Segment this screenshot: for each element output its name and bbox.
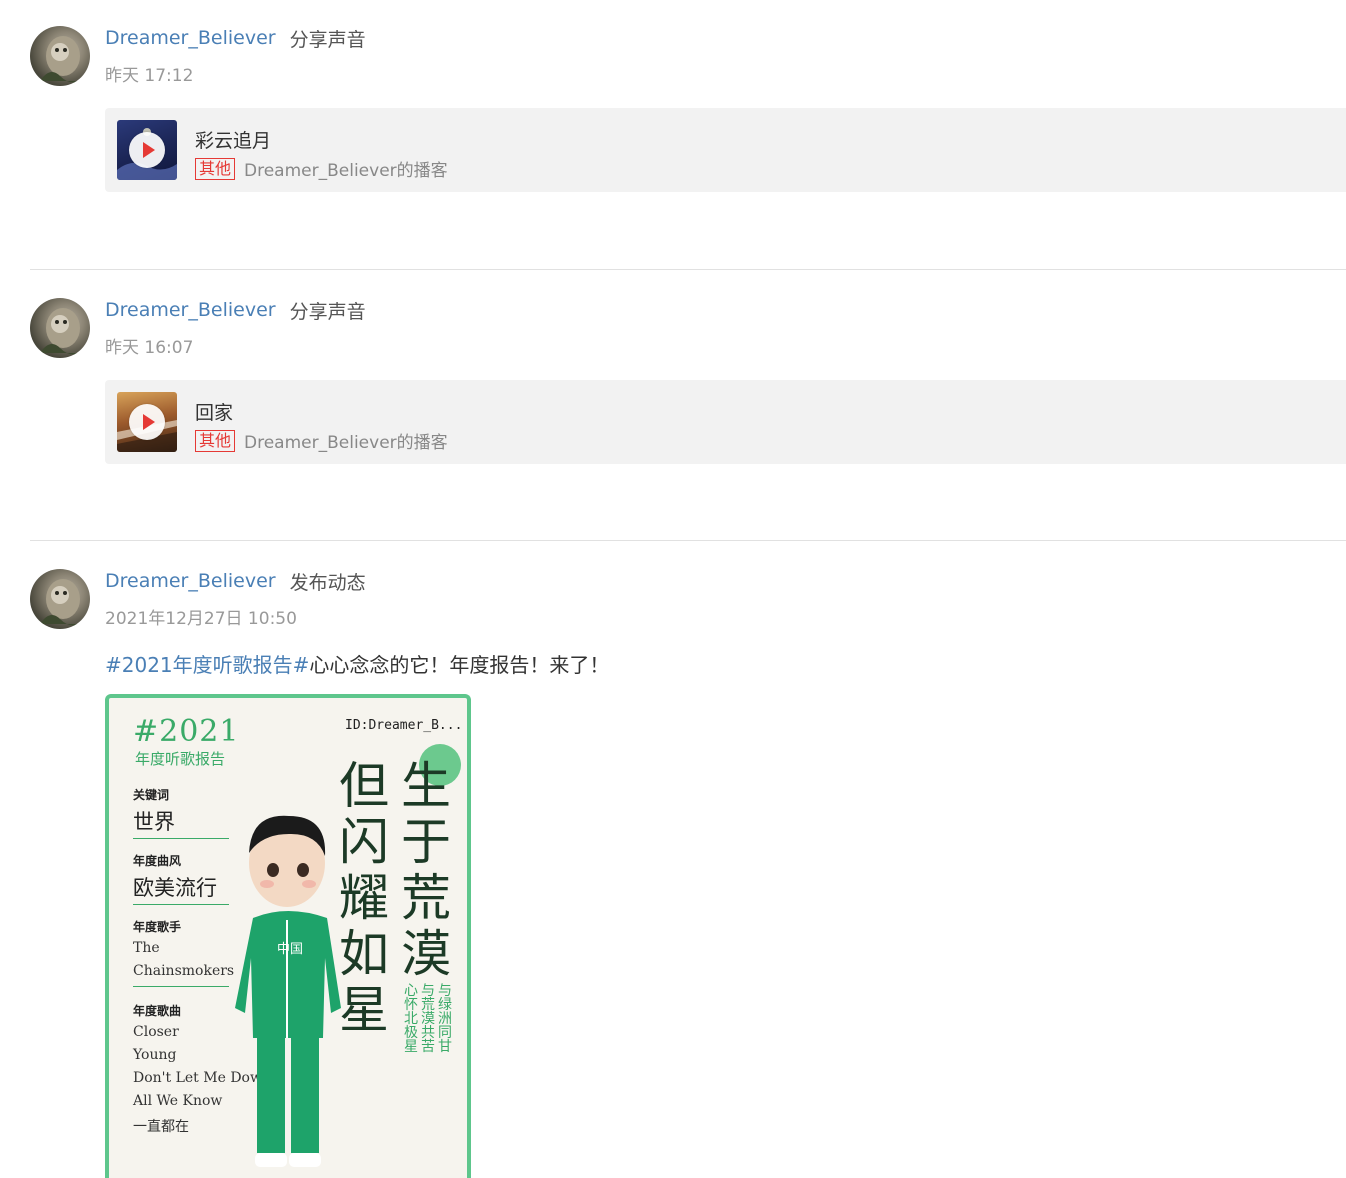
report-year: #2021	[133, 714, 240, 749]
slogan-char: 但	[339, 757, 389, 815]
annual-report-image[interactable]: #2021 年度听歌报告 ID:Dreamer_B... 关键词 世界 年度曲风…	[105, 694, 471, 1178]
divider	[30, 269, 1346, 270]
post-action: 发布动态	[289, 571, 366, 594]
post-time: 2021年12月27日 10:50	[105, 609, 297, 629]
song-item: 一直都在	[133, 1119, 189, 1135]
slogan-char: 荒	[401, 869, 451, 927]
track-cover[interactable]	[117, 392, 177, 452]
slogan-char: 星	[339, 981, 389, 1039]
username-link[interactable]: Dreamer_Believer	[105, 299, 276, 321]
track-title[interactable]: 彩云追月	[195, 126, 271, 153]
category-tag: 其他	[195, 429, 236, 452]
song-item: Closer	[133, 1024, 179, 1040]
report-rule	[133, 904, 229, 905]
divider	[30, 540, 1346, 541]
song-item: All We Know	[133, 1093, 223, 1109]
post-action: 分享声音	[289, 28, 366, 51]
hashtag-link[interactable]: #2021年度听歌报告#	[105, 653, 309, 677]
slogan-column: 生于荒漠	[401, 758, 451, 982]
slogan-char: 于	[401, 813, 451, 871]
post-body: 心心念念的它！年度报告！来了！	[309, 653, 610, 677]
small-column: 与荒漠共苦	[421, 983, 435, 1055]
username-link[interactable]: Dreamer_Believer	[105, 570, 276, 592]
podcast-name[interactable]: Dreamer_Believer的播客	[244, 428, 448, 453]
avatar[interactable]	[30, 298, 90, 358]
play-icon[interactable]	[129, 132, 165, 168]
genre-label: 年度曲风	[133, 854, 182, 868]
audio-card[interactable]: 彩云追月 其他 Dreamer_Believer的播客	[105, 108, 1346, 192]
small-column: 心怀北极星	[404, 983, 418, 1055]
jacket-text: 中国	[277, 942, 303, 957]
slogan-char: 耀	[339, 869, 389, 927]
genre-value: 欧美流行	[133, 876, 217, 900]
song-item: Young	[133, 1047, 177, 1063]
report-rule	[133, 838, 229, 839]
report-user-id: ID:Dreamer_B...	[345, 718, 463, 733]
avatar[interactable]	[30, 26, 90, 86]
audio-card[interactable]: 回家 其他 Dreamer_Believer的播客	[105, 380, 1346, 464]
small-column: 与绿洲同甘	[438, 983, 452, 1055]
slogan-char: 生	[401, 757, 451, 815]
slogan-char: 漠	[401, 925, 451, 983]
post-text: #2021年度听歌报告#心心念念的它！年度报告！来了！	[105, 649, 609, 678]
category-tag: 其他	[195, 157, 236, 180]
username-link[interactable]: Dreamer_Believer	[105, 27, 276, 49]
podcast-name[interactable]: Dreamer_Believer的播客	[244, 156, 448, 181]
slogan-char: 闪	[339, 813, 389, 871]
slogan-column: 但闪耀如星	[339, 758, 389, 1038]
track-cover[interactable]	[117, 120, 177, 180]
keyword-value: 世界	[133, 810, 175, 834]
track-title[interactable]: 回家	[195, 398, 233, 425]
post-time: 昨天 16:07	[105, 338, 194, 358]
keyword-label: 关键词	[133, 788, 170, 802]
slogan-char: 如	[339, 925, 389, 983]
artist-line: The	[133, 940, 160, 956]
report-rule	[133, 986, 229, 987]
report-subtitle: 年度听歌报告	[135, 750, 226, 768]
songs-label: 年度歌曲	[133, 1004, 182, 1018]
play-icon[interactable]	[129, 404, 165, 440]
post-action: 分享声音	[289, 300, 366, 323]
avatar[interactable]	[30, 569, 90, 629]
post-time: 昨天 17:12	[105, 66, 194, 86]
artist-label: 年度歌手	[133, 920, 182, 934]
